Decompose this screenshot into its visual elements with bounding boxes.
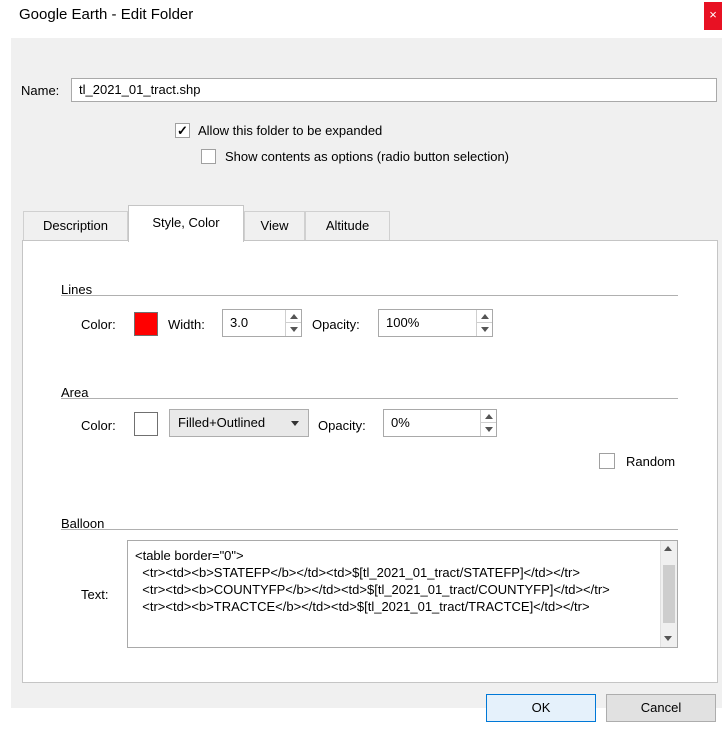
area-color-swatch[interactable]	[134, 412, 158, 436]
random-label: Random	[626, 454, 676, 469]
random-checkbox[interactable]	[599, 453, 615, 469]
radio-selection-label: Show contents as options (radio button s…	[225, 149, 510, 164]
ok-button[interactable]: OK	[486, 694, 596, 722]
area-color-label: Color:	[81, 418, 116, 433]
lines-opacity-label: Opacity:	[312, 317, 360, 332]
lines-width-input[interactable]: 3.0	[222, 309, 302, 337]
spin-down-icon[interactable]	[481, 423, 496, 436]
spin-up-icon[interactable]	[286, 310, 301, 323]
lines-opacity-input[interactable]: 100%	[378, 309, 493, 337]
radio-selection-checkbox[interactable]	[201, 149, 216, 164]
style-color-panel: Lines Color: Width: 3.0 Opacity: 100% Ar…	[22, 240, 718, 683]
tab-style-color[interactable]: Style, Color	[128, 205, 244, 242]
close-icon: ×	[709, 7, 717, 22]
area-opacity-input[interactable]: 0%	[383, 409, 497, 437]
tab-description[interactable]: Description	[23, 211, 128, 241]
dialog-body: Name: tl_2021_01_tract.shp ✓ Allow this …	[11, 38, 722, 722]
balloon-divider	[61, 529, 678, 530]
area-fill-mode-select[interactable]: Filled+Outlined	[169, 409, 309, 437]
tab-view[interactable]: View	[244, 211, 305, 241]
tab-altitude-label: Altitude	[325, 218, 370, 233]
title-bar: Google Earth - Edit Folder ×	[0, 0, 722, 32]
scroll-down-icon[interactable]	[664, 636, 672, 641]
scroll-up-icon[interactable]	[664, 546, 672, 551]
area-opacity-label: Opacity:	[318, 418, 366, 433]
checkmark-icon: ✓	[177, 123, 188, 138]
spin-down-icon[interactable]	[286, 323, 301, 336]
allow-expand-label: Allow this folder to be expanded	[198, 123, 383, 138]
balloon-scrollbar[interactable]	[660, 541, 677, 647]
window-title: Google Earth - Edit Folder	[19, 6, 194, 23]
tab-style-color-label: Style, Color	[152, 215, 220, 230]
balloon-text-label: Text:	[81, 587, 109, 602]
chevron-down-icon	[291, 421, 299, 426]
lines-color-label: Color:	[81, 317, 116, 332]
lines-width-value: 3.0	[230, 315, 249, 330]
name-input[interactable]: tl_2021_01_tract.shp	[71, 78, 717, 102]
spin-down-icon[interactable]	[477, 323, 492, 336]
cancel-button[interactable]: Cancel	[606, 694, 716, 722]
balloon-text-content: <table border="0"> <tr><td><b>STATEFP</b…	[135, 548, 610, 614]
area-opacity-value: 0%	[391, 415, 410, 430]
spin-up-icon[interactable]	[481, 410, 496, 423]
scroll-thumb[interactable]	[663, 565, 675, 623]
area-opacity-spinner[interactable]	[480, 410, 496, 436]
lines-color-swatch[interactable]	[134, 312, 158, 336]
lines-width-label: Width:	[168, 317, 205, 332]
close-button[interactable]: ×	[704, 2, 722, 30]
area-fill-mode-value: Filled+Outlined	[178, 415, 266, 430]
lines-divider	[61, 295, 678, 296]
area-divider	[61, 398, 678, 399]
lines-width-spinner[interactable]	[285, 310, 301, 336]
spin-up-icon[interactable]	[477, 310, 492, 323]
tab-altitude[interactable]: Altitude	[305, 211, 390, 241]
name-label: Name:	[21, 83, 60, 98]
balloon-text-area[interactable]: <table border="0"> <tr><td><b>STATEFP</b…	[127, 540, 678, 648]
lines-opacity-spinner[interactable]	[476, 310, 492, 336]
tab-description-label: Description	[42, 218, 109, 233]
lines-opacity-value: 100%	[386, 315, 420, 330]
allow-expand-checkbox[interactable]: ✓	[175, 123, 190, 138]
tab-view-label: View	[260, 218, 289, 233]
